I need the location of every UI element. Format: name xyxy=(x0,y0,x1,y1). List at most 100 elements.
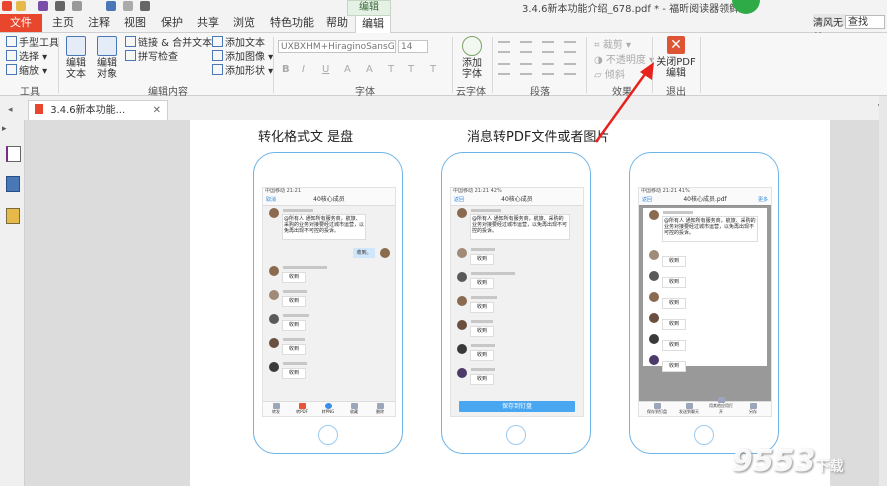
vertical-scrollbar[interactable] xyxy=(879,96,887,486)
undo-icon[interactable] xyxy=(106,1,116,11)
phone-mockup-2: 中国移动 21:21 42% 返回 40核心成员 @所有人 通知所有服务商，航旅、… xyxy=(441,152,591,454)
zoom-tool-button[interactable]: 缩放 ▾ xyxy=(6,64,47,78)
list-item: 收到 xyxy=(643,290,767,309)
hand-tool-button[interactable]: 手型工具 xyxy=(6,36,59,50)
print-icon[interactable] xyxy=(55,1,65,11)
sender-line xyxy=(471,320,493,323)
to-png-button[interactable]: 转PNG xyxy=(321,403,335,415)
tab-edit[interactable]: 编辑 xyxy=(355,14,391,33)
bullet-list-icon[interactable] xyxy=(498,41,510,53)
cloud-icon xyxy=(462,36,482,56)
tab-comment[interactable]: 注释 xyxy=(84,14,114,32)
close-icon: ✕ xyxy=(667,36,685,54)
save-to-drive-button[interactable]: 保存到钉盘 xyxy=(459,401,575,412)
underline-button[interactable]: U xyxy=(322,64,329,75)
message-text: 收到 xyxy=(282,272,306,283)
close-pdf-edit-button[interactable]: ✕ 关闭PDF编辑 xyxy=(655,35,697,79)
tab-home[interactable]: 主页 xyxy=(48,14,78,32)
redo-icon[interactable] xyxy=(123,1,133,11)
title-bar: 3.4.6新本功能介绍_678.pdf * - 福昕阅读器领鲜版 xyxy=(0,0,887,15)
font-name-select[interactable]: UXBXHM+HiraginoSansGB-W3 xyxy=(278,40,396,53)
add-text-button[interactable]: 添加文本 xyxy=(212,36,265,50)
send-to-chat-button[interactable]: 发送到聊天 xyxy=(677,403,701,415)
hand-icon[interactable] xyxy=(140,1,150,11)
phone-mockup-3: 中国移动 21:21 41% 返回 40核心成员.pdf 更多 @所有人 通知所有服… xyxy=(629,152,779,454)
font-size-select[interactable]: 14 xyxy=(398,40,428,53)
phone-screen: 中国移动 21:21 41% 返回 40核心成员.pdf 更多 @所有人 通知所有服… xyxy=(638,187,772,417)
avatar xyxy=(457,296,467,306)
spell-check-icon xyxy=(125,50,136,61)
superscript-button[interactable]: T xyxy=(388,64,394,75)
select-tool-button[interactable]: 选择 ▾ xyxy=(6,50,47,64)
comments-icon[interactable] xyxy=(6,208,20,224)
document-tab[interactable]: 3.4.6新本功能... ✕ xyxy=(28,100,168,121)
bold-button[interactable]: B xyxy=(282,64,290,75)
subscript-button[interactable]: T xyxy=(408,64,414,75)
align-center-icon[interactable] xyxy=(564,41,576,53)
tab-file[interactable]: 文件 xyxy=(0,14,42,32)
strikethrough-button[interactable]: T xyxy=(430,64,436,75)
message-text: 收到 xyxy=(662,361,686,372)
tab-view[interactable]: 视图 xyxy=(120,14,150,32)
link-merge-button[interactable]: 链接 & 合并文本 xyxy=(125,36,212,50)
list-item: 收到 xyxy=(263,336,395,358)
font-color-button[interactable]: A xyxy=(344,64,351,75)
phone-screen: 中国移动 21:21 42% 返回 40核心成员 @所有人 通知所有服务商，航旅、… xyxy=(450,187,584,417)
hand-icon xyxy=(6,36,17,47)
indent-icon[interactable] xyxy=(520,63,532,75)
tab-scroll-left-icon[interactable]: ◂ xyxy=(8,105,13,115)
divider xyxy=(700,37,701,93)
sender-line xyxy=(283,290,307,293)
user-name[interactable]: 清风无恙 xyxy=(813,14,845,44)
tab-browse[interactable]: 浏览 xyxy=(229,14,259,32)
page-icon[interactable] xyxy=(72,1,82,11)
tab-features[interactable]: 特色功能 xyxy=(266,14,318,32)
status-bar: 中国移动 21:21 xyxy=(263,188,395,195)
page-thumbnails-icon[interactable] xyxy=(6,176,20,192)
align-right-icon[interactable] xyxy=(542,63,554,75)
message-text: 收到 xyxy=(662,298,686,309)
open-with-button[interactable]: 用其他应用打开 xyxy=(709,397,733,415)
save-icon[interactable] xyxy=(38,1,48,11)
search-input[interactable]: 查找 xyxy=(845,15,885,29)
panel-toggle-icon[interactable]: ▸ xyxy=(2,124,7,134)
justify-icon[interactable] xyxy=(564,63,576,75)
message-text: 收到 xyxy=(282,368,306,379)
favorite-button[interactable]: 收藏 xyxy=(347,403,361,415)
add-font-button[interactable]: 添加字体 xyxy=(458,36,486,80)
message-text: 收到 xyxy=(470,326,494,337)
italic-button[interactable]: I xyxy=(302,64,305,75)
open-icon[interactable] xyxy=(16,1,26,11)
tab-protect[interactable]: 保护 xyxy=(157,14,187,32)
list-item: 收到 xyxy=(263,312,395,334)
list-item: 收到 xyxy=(451,318,583,340)
number-list-icon[interactable] xyxy=(520,41,532,53)
page-heading-right: 消息转PDF文件或者图片 xyxy=(467,130,610,145)
spell-check-button[interactable]: 拼写检查 xyxy=(125,50,178,64)
pdf-page[interactable]: 转化格式文 是盘 消息转PDF文件或者图片 中国移动 21:21 取消 40核心成… xyxy=(190,120,830,486)
list-item: 收到 xyxy=(643,311,767,330)
save-as-button[interactable]: 另存 xyxy=(741,403,765,415)
sender-line xyxy=(471,272,515,275)
delete-button[interactable]: 删除 xyxy=(373,403,387,415)
forward-button[interactable]: 转发 xyxy=(269,403,283,415)
edit-object-button[interactable]: 编辑对象 xyxy=(92,36,122,80)
document-title: 3.4.6新本功能介绍_678.pdf * - 福昕阅读器领鲜版 xyxy=(522,4,750,15)
crop-button[interactable]: ⌗ 裁剪 ▾ xyxy=(594,36,631,51)
add-image-button[interactable]: 添加图像 ▾ xyxy=(212,50,273,64)
save-to-drive-button[interactable]: 保存到钉盘 xyxy=(645,403,669,415)
add-shape-button[interactable]: 添加形状 ▾ xyxy=(212,64,273,78)
line-spacing-icon[interactable] xyxy=(498,63,510,75)
status-bar: 中国移动 21:21 41% xyxy=(639,188,771,195)
avatar xyxy=(380,248,390,258)
list-item: 收到 xyxy=(451,246,583,268)
close-tab-icon[interactable]: ✕ xyxy=(153,101,161,121)
avatar xyxy=(649,292,659,302)
bookmark-icon[interactable] xyxy=(6,146,21,162)
to-pdf-button[interactable]: 转PDF xyxy=(295,403,309,415)
edit-text-button[interactable]: 编辑文本 xyxy=(62,36,90,80)
tab-share[interactable]: 共享 xyxy=(193,14,223,32)
align-left-icon[interactable] xyxy=(542,41,554,53)
tab-help[interactable]: 帮助 xyxy=(322,14,352,32)
highlight-button[interactable]: A xyxy=(366,64,373,75)
